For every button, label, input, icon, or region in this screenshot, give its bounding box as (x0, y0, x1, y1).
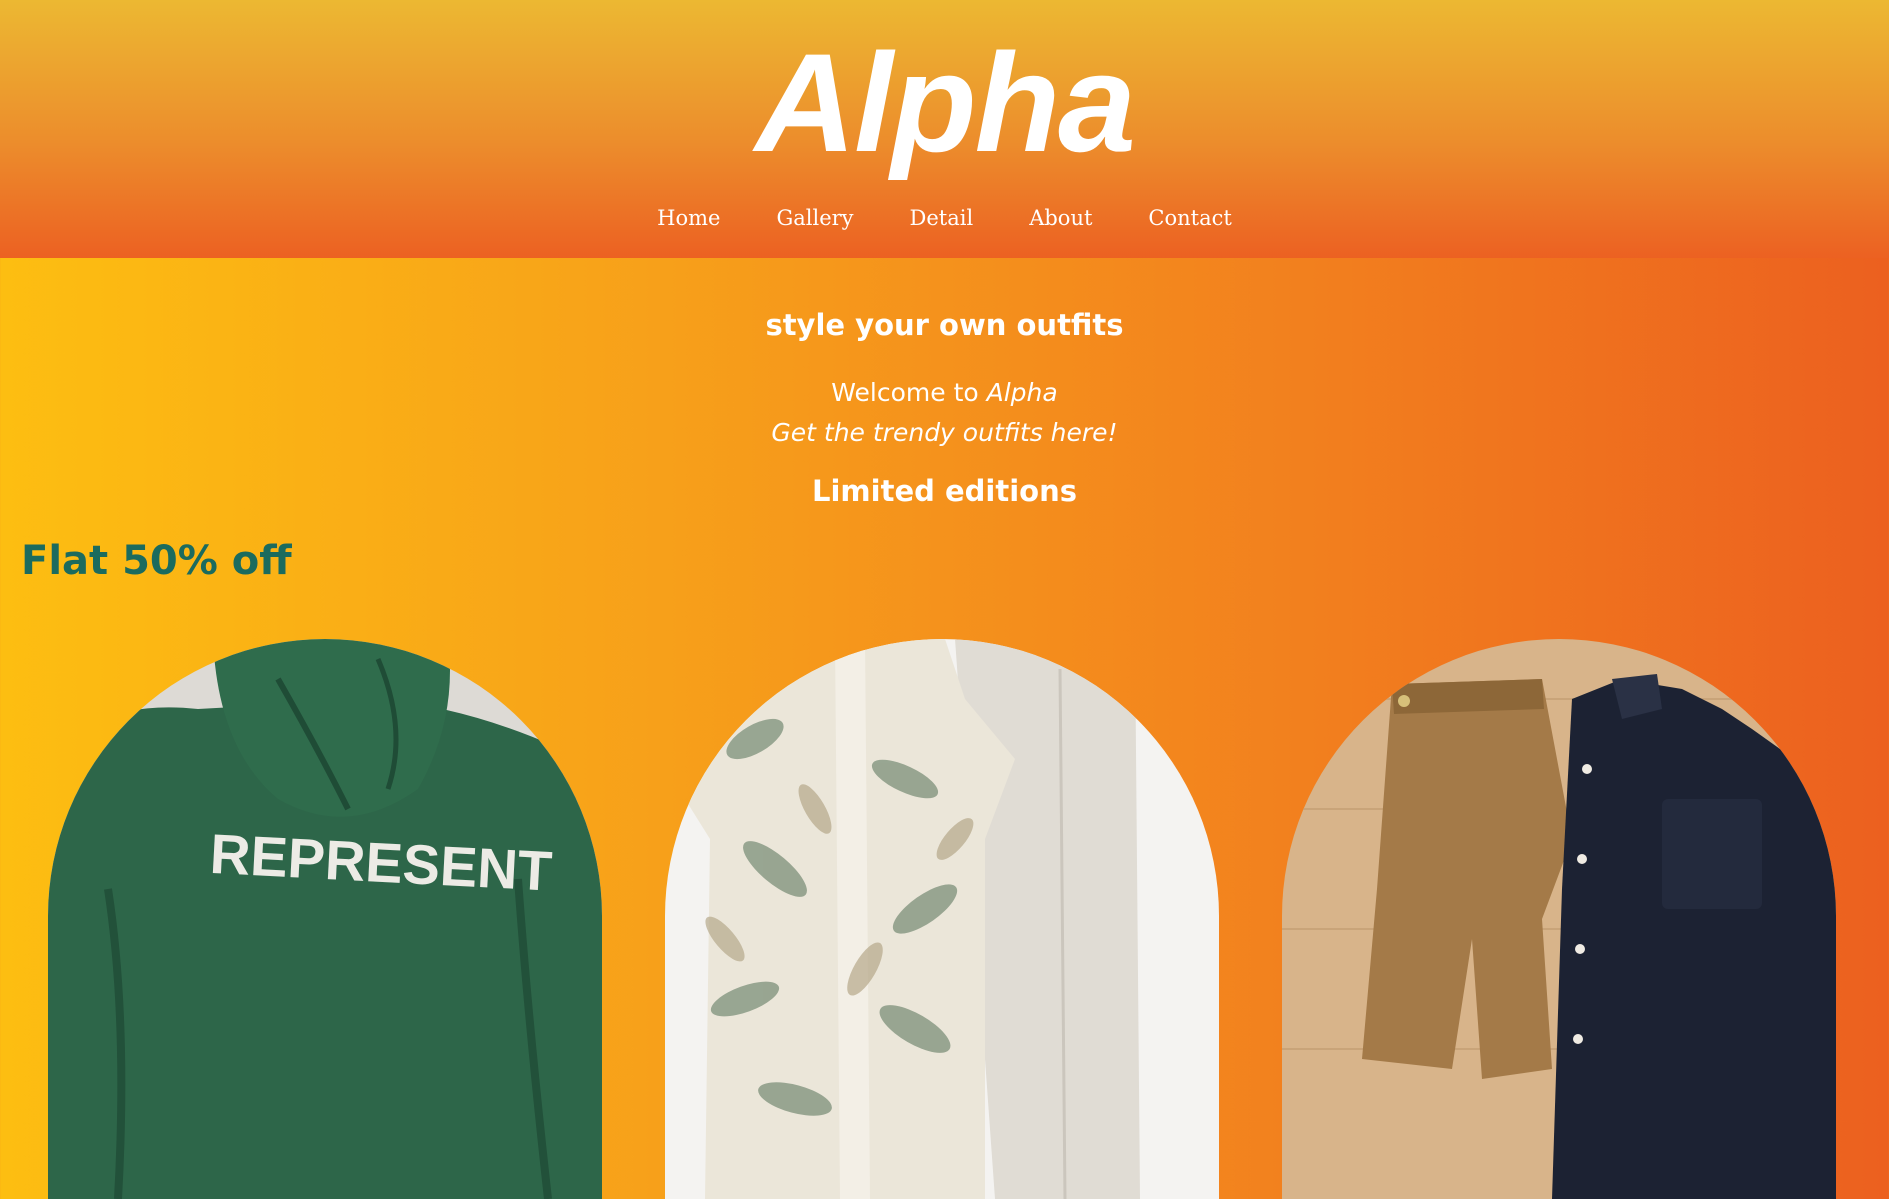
product-card-chinos[interactable] (1282, 639, 1836, 1199)
tagline: Get the trendy outfits here! (771, 418, 1118, 447)
hero-title: style your own outfits (765, 308, 1124, 342)
promo-banner: Flat 50% off (21, 538, 292, 584)
nav-about[interactable]: About (1029, 206, 1092, 230)
product-card-floral[interactable] (665, 639, 1219, 1199)
main-nav: Home Gallery Detail About Contact (0, 206, 1889, 230)
nav-contact[interactable]: Contact (1148, 206, 1231, 230)
limited-editions-heading: Limited editions (812, 474, 1077, 508)
site-header: Alpha Home Gallery Detail About Contact (0, 0, 1889, 258)
welcome-text: Welcome to Alpha Get the trendy outfits … (0, 373, 1889, 453)
nav-gallery[interactable]: Gallery (776, 206, 853, 230)
welcome-prefix: Welcome to (831, 378, 987, 407)
green-hoodie-image: REPRESENT (48, 639, 602, 1199)
nav-home[interactable]: Home (657, 206, 720, 230)
product-card-hoodie[interactable]: REPRESENT (48, 639, 602, 1199)
welcome-brand: Alpha (986, 378, 1058, 407)
nav-detail[interactable]: Detail (910, 206, 974, 230)
brand-logo[interactable]: Alpha (0, 28, 1889, 178)
chinos-and-dark-shirt-image (1282, 639, 1836, 1199)
floral-shirt-and-pants-image (665, 639, 1219, 1199)
